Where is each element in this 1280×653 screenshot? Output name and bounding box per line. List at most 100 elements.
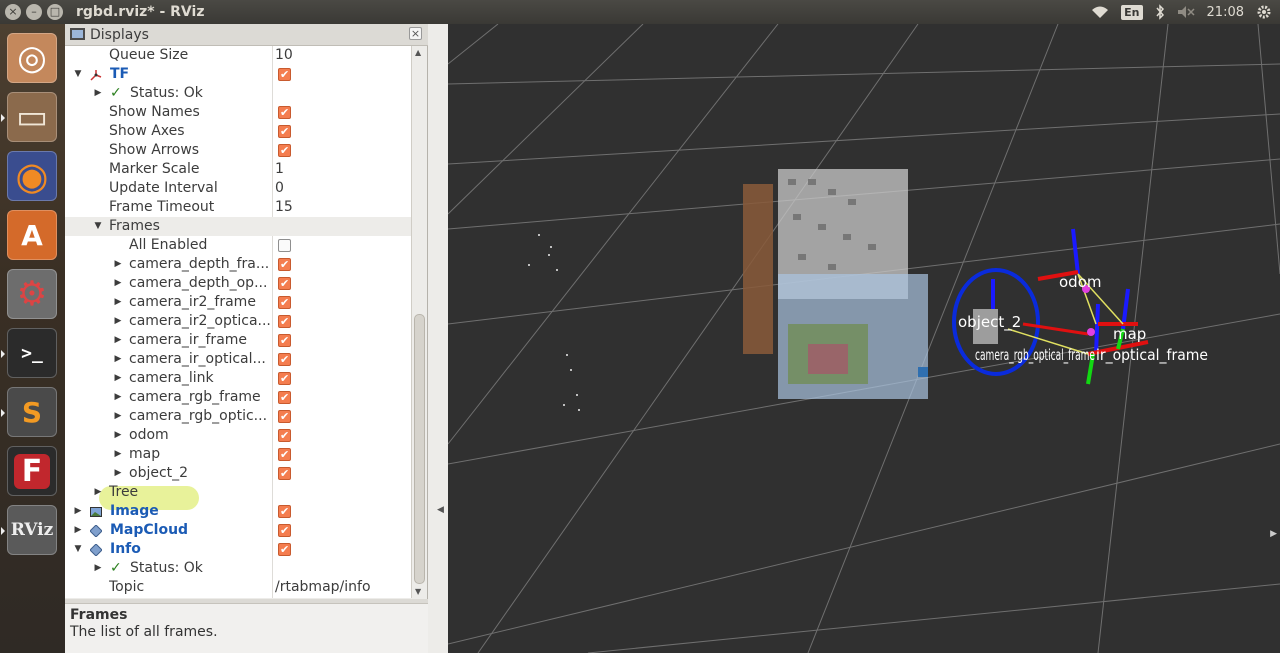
system-settings-icon[interactable]: ⚙	[7, 269, 57, 319]
expand-arrow-icon[interactable]: ▶	[113, 331, 123, 350]
row-tree[interactable]: ▶ Tree	[65, 483, 411, 502]
show-names-checkbox[interactable]	[278, 103, 291, 122]
bluetooth-icon[interactable]	[1155, 4, 1165, 20]
row-frame-object-2[interactable]: ▶ object_2	[65, 464, 411, 483]
rviz-icon[interactable]: RViz	[1, 505, 57, 555]
row-info-topic[interactable]: Topic /rtabmap/info	[65, 578, 411, 597]
row-value[interactable]: 1	[275, 160, 284, 179]
row-frames[interactable]: ▼ Frames	[65, 217, 411, 236]
scrollbar-thumb[interactable]	[414, 314, 425, 584]
image-checkbox[interactable]	[278, 502, 291, 521]
show-axes-checkbox[interactable]	[278, 122, 291, 141]
frame-checkbox[interactable]	[278, 293, 291, 312]
frame-checkbox[interactable]	[278, 274, 291, 293]
frame-checkbox[interactable]	[278, 255, 291, 274]
row-frame-timeout[interactable]: Frame Timeout 15	[65, 198, 411, 217]
files-icon[interactable]: ▭	[1, 92, 57, 142]
window-minimize-button[interactable]: –	[26, 4, 42, 20]
row-info[interactable]: ▼ Info	[65, 540, 411, 559]
expand-arrow-icon[interactable]: ▶	[113, 369, 123, 388]
expand-arrow-icon[interactable]: ▶	[113, 464, 123, 483]
terminal-icon[interactable]: >_	[1, 328, 57, 378]
row-show-axes[interactable]: Show Axes	[65, 122, 411, 141]
window-maximize-button[interactable]: □	[47, 4, 63, 20]
row-tf[interactable]: ▼ TF	[65, 65, 411, 84]
expand-arrow-icon[interactable]: ▶	[113, 426, 123, 445]
row-frame-camera-ir-frame[interactable]: ▶ camera_ir_frame	[65, 331, 411, 350]
row-frame-camera-rgb-frame[interactable]: ▶ camera_rgb_frame	[65, 388, 411, 407]
collapse-left-icon[interactable]: ◀	[437, 505, 444, 515]
row-value[interactable]: 0	[275, 179, 284, 198]
frame-checkbox[interactable]	[278, 388, 291, 407]
scroll-up-icon[interactable]: ▲	[415, 48, 421, 57]
collapse-arrow-icon[interactable]: ▼	[73, 540, 83, 559]
frame-checkbox[interactable]	[278, 445, 291, 464]
expand-arrow-icon[interactable]: ▶	[73, 502, 83, 521]
scroll-down-icon[interactable]: ▼	[415, 587, 421, 596]
row-frame-camera-depth-optical[interactable]: ▶ camera_depth_op...	[65, 274, 411, 293]
expand-arrow-icon[interactable]: ▶	[113, 293, 123, 312]
row-tf-status[interactable]: ▶ ✓ Status: Ok	[65, 84, 411, 103]
row-value[interactable]: 15	[275, 198, 293, 217]
expand-arrow-icon[interactable]: ▶	[113, 407, 123, 426]
info-checkbox[interactable]	[278, 540, 291, 559]
vertical-scrollbar[interactable]: ▲ ▼	[411, 46, 427, 598]
row-info-status[interactable]: ▶ ✓ Status: Ok	[65, 559, 411, 578]
frame-checkbox[interactable]	[278, 464, 291, 483]
row-all-enabled[interactable]: All Enabled	[65, 236, 411, 255]
panel-splitter[interactable]	[428, 24, 448, 653]
close-icon[interactable]: ×	[409, 27, 422, 40]
row-frame-camera-link[interactable]: ▶ camera_link	[65, 369, 411, 388]
all-enabled-checkbox[interactable]	[278, 239, 291, 252]
expand-arrow-icon[interactable]: ▶	[93, 483, 103, 502]
sublime-text-icon[interactable]: S	[1, 387, 57, 437]
gear-icon[interactable]	[1256, 4, 1272, 20]
keyboard-layout-indicator[interactable]: En	[1121, 4, 1143, 20]
frame-checkbox[interactable]	[278, 407, 291, 426]
row-frame-camera-rgb-optical[interactable]: ▶ camera_rgb_optic...	[65, 407, 411, 426]
expand-arrow-icon[interactable]: ▶	[113, 350, 123, 369]
3d-viewport[interactable]: odom map object_2 camera_rgb_optical_fra…	[448, 24, 1280, 653]
expand-arrow-icon[interactable]: ▶	[113, 388, 123, 407]
row-frame-camera-ir-optical[interactable]: ▶ camera_ir_optical...	[65, 350, 411, 369]
clock[interactable]: 21:08	[1207, 5, 1244, 20]
expand-arrow-icon[interactable]: ▶	[113, 445, 123, 464]
collapse-arrow-icon[interactable]: ▼	[73, 65, 83, 84]
expand-arrow-icon[interactable]: ▶	[113, 255, 123, 274]
row-mapcloud[interactable]: ▶ MapCloud	[65, 521, 411, 540]
frame-checkbox[interactable]	[278, 426, 291, 445]
row-frame-odom[interactable]: ▶ odom	[65, 426, 411, 445]
firefox-icon[interactable]: ◉	[7, 151, 57, 201]
expand-arrow-icon[interactable]: ▶	[73, 521, 83, 540]
volume-muted-icon[interactable]	[1177, 5, 1195, 19]
viewport-canvas[interactable]: odom map object_2 camera_rgb_optical_fra…	[448, 24, 1280, 653]
row-update-interval[interactable]: Update Interval 0	[65, 179, 411, 198]
row-frame-map[interactable]: ▶ map	[65, 445, 411, 464]
row-frame-camera-depth-frame[interactable]: ▶ camera_depth_fra...	[65, 255, 411, 274]
show-arrows-checkbox[interactable]	[278, 141, 291, 160]
expand-arrow-icon[interactable]: ▶	[113, 274, 123, 293]
row-frame-camera-ir2-optical[interactable]: ▶ camera_ir2_optica...	[65, 312, 411, 331]
expand-arrow-icon[interactable]: ▶	[93, 84, 103, 103]
row-value[interactable]: /rtabmap/info	[275, 578, 371, 597]
window-close-button[interactable]: ×	[5, 4, 21, 20]
row-show-names[interactable]: Show Names	[65, 103, 411, 122]
displays-tree[interactable]: Queue Size 10 ▼ TF ▶ ✓ Status: Ok Show N…	[65, 46, 411, 598]
expand-arrow-icon[interactable]: ▶	[93, 559, 103, 578]
row-queue-size[interactable]: Queue Size 10	[65, 46, 411, 65]
row-marker-scale[interactable]: Marker Scale 1	[65, 160, 411, 179]
frame-checkbox[interactable]	[278, 312, 291, 331]
mapcloud-checkbox[interactable]	[278, 521, 291, 540]
row-frame-camera-ir2-frame[interactable]: ▶ camera_ir2_frame	[65, 293, 411, 312]
tf-checkbox[interactable]	[278, 65, 291, 84]
ubuntu-dash-icon[interactable]: ◎	[7, 33, 57, 83]
row-show-arrows[interactable]: Show Arrows	[65, 141, 411, 160]
expand-arrow-icon[interactable]: ▶	[113, 312, 123, 331]
collapse-right-icon[interactable]: ▶	[1270, 529, 1277, 539]
frame-checkbox[interactable]	[278, 350, 291, 369]
row-image[interactable]: ▶ Image	[65, 502, 411, 521]
frame-checkbox[interactable]	[278, 331, 291, 350]
frame-checkbox[interactable]	[278, 369, 291, 388]
fritzing-icon[interactable]: F	[7, 446, 57, 496]
wifi-icon[interactable]	[1091, 5, 1109, 19]
